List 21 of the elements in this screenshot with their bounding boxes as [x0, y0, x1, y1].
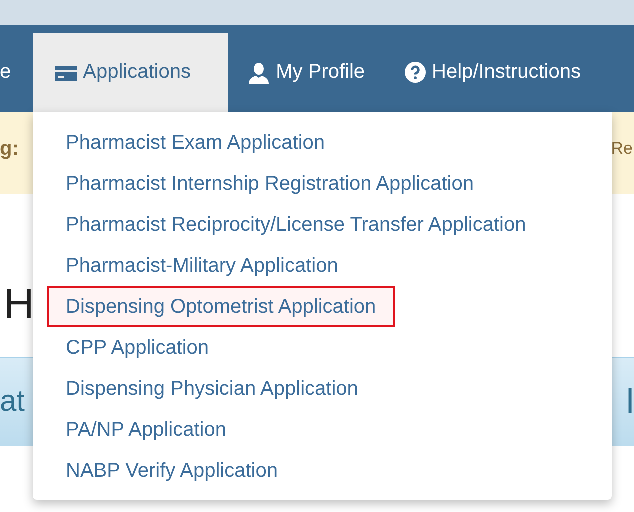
nav-link[interactable]: e [0, 53, 12, 84]
menu-item[interactable]: Dispensing Physician Application [47, 368, 378, 409]
nav-tab[interactable]: Applications [33, 33, 228, 112]
banner-text: l [626, 382, 634, 422]
menu-item[interactable]: CPP Application [47, 327, 228, 368]
menu-item[interactable]: Pharmacist-Military Application [47, 245, 358, 286]
menu-item[interactable]: NABP Verify Application [47, 450, 297, 491]
menu-item[interactable]: Pharmacist Internship Registration Application [47, 163, 493, 204]
alert-text: Re [611, 139, 633, 159]
menu-item[interactable]: Pharmacist Exam Application [47, 122, 344, 163]
nav-tab[interactable]: My Profile [228, 33, 386, 112]
alert-text: g: [0, 138, 19, 160]
page-heading: H [4, 282, 34, 326]
user-icon [248, 62, 270, 84]
menu-item[interactable]: Dispensing Optometrist Application [47, 286, 396, 327]
card-icon [55, 64, 78, 80]
menu-item[interactable]: Pharmacist Reciprocity/License Transfer Application [47, 204, 546, 245]
nav-tab[interactable]: Help/Instructions [385, 33, 601, 112]
help-icon [405, 62, 426, 83]
banner-text: at [0, 385, 26, 419]
menu-item[interactable]: PA/NP Application [47, 409, 246, 450]
